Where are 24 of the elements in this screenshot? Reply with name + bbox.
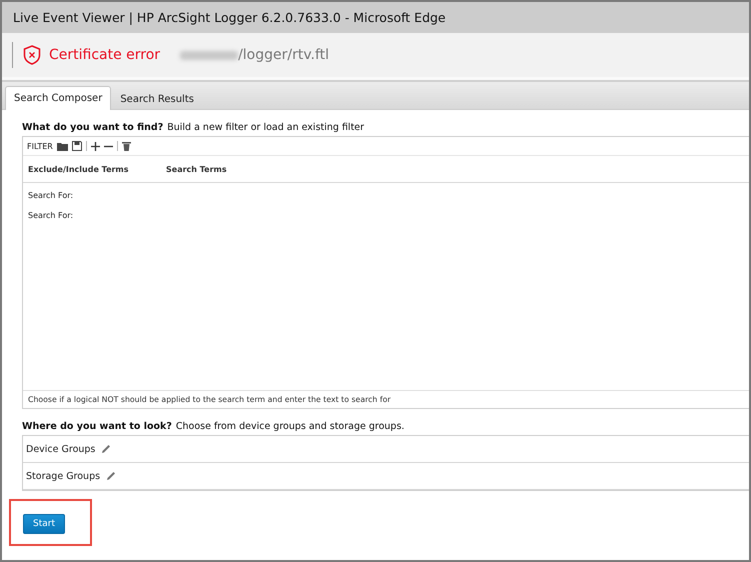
pencil-icon[interactable] (106, 471, 116, 481)
certificate-error-label[interactable]: Certificate error (49, 47, 160, 63)
search-for-label: Search For: (28, 190, 74, 200)
blurred-address (180, 50, 238, 60)
filter-label: FILTER (27, 142, 53, 150)
save-icon[interactable] (72, 141, 82, 151)
column-header: Exclude/Include Terms (28, 164, 130, 174)
folder-icon[interactable] (56, 142, 68, 150)
group-label: Device Groups (26, 444, 96, 454)
find-heading: What do you want to find? Build a new filter or load an existing filter (22, 122, 366, 133)
window-title: Live Event Viewer | HP ArcSight Logger 6.2.0.7633.0 - Microsoft Edge (13, 10, 446, 25)
tab[interactable]: Search Results (111, 88, 203, 110)
look-heading: Where do you want to look? Choose from device groups and storage groups. (22, 421, 406, 432)
pencil-icon[interactable] (101, 444, 112, 454)
column-header: Search Terms (166, 164, 228, 174)
start-button[interactable]: Start (23, 514, 65, 534)
search-for-label: Search For: (28, 210, 74, 220)
add-icon[interactable] (90, 142, 100, 150)
remove-icon[interactable] (104, 144, 113, 148)
group-label: Storage Groups (26, 470, 100, 482)
trash-icon[interactable] (122, 141, 131, 151)
tab[interactable]: Search Composer (5, 86, 112, 110)
address-url[interactable]: /logger/rtv.ftl (238, 47, 330, 63)
shield-icon[interactable] (23, 45, 41, 65)
